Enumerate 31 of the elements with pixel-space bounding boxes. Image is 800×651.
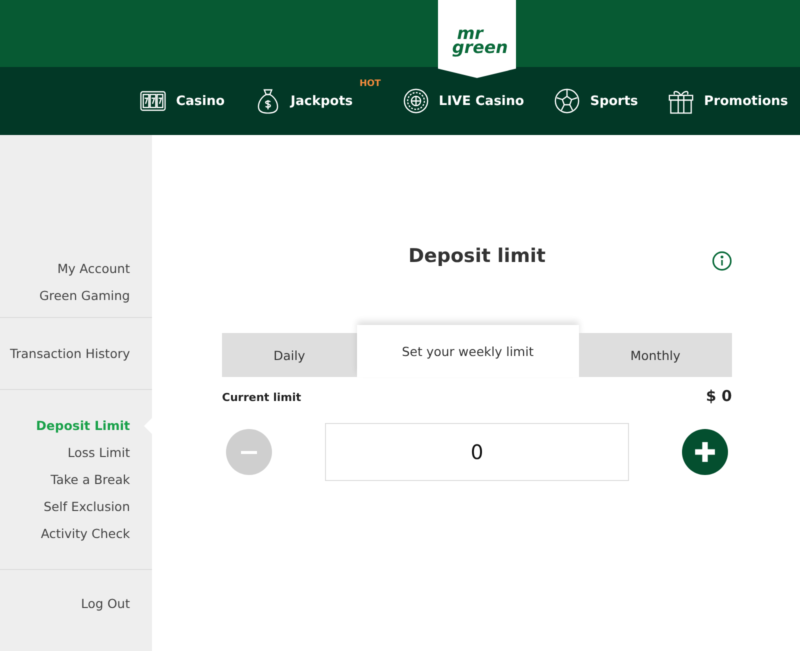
sidebar-item[interactable]: Take a Break xyxy=(0,466,152,493)
sidebar-item[interactable]: Transaction History xyxy=(0,340,152,367)
gift-icon xyxy=(668,88,694,114)
logo-text: mr xyxy=(456,26,484,41)
period-tab[interactable]: Daily xyxy=(222,333,357,377)
current-limit-value: $ 0 xyxy=(706,387,732,405)
sidebar-item[interactable]: Green Gaming xyxy=(0,282,152,309)
sidebar-item[interactable]: Loss Limit xyxy=(0,439,152,466)
period-tab[interactable]: Monthly xyxy=(578,333,732,377)
sidebar-item[interactable]: Log Out xyxy=(0,590,152,617)
info-icon[interactable] xyxy=(712,251,732,271)
slot-machine-icon xyxy=(140,88,166,114)
amount-input[interactable]: 0 xyxy=(325,423,629,481)
nav-link[interactable]: LIVE Casino xyxy=(402,88,524,114)
logo-text: green xyxy=(452,41,508,56)
page-title: Deposit limit xyxy=(408,245,546,267)
plus-icon xyxy=(694,441,716,463)
soccer-ball-icon xyxy=(554,88,580,114)
current-limit-label: Current limit xyxy=(222,390,302,404)
nav-link[interactable]: Casino xyxy=(140,88,225,114)
roulette-wheel-icon xyxy=(402,88,429,114)
sidebar-item[interactable]: Self Exclusion xyxy=(0,493,152,520)
minus-icon xyxy=(241,450,257,454)
logo-badge[interactable]: mr green xyxy=(438,0,516,78)
increase-button[interactable] xyxy=(682,429,728,475)
nav-link[interactable]: Promotions xyxy=(668,88,788,114)
nav-link[interactable]: Sports xyxy=(554,88,638,114)
sidebar-item[interactable]: My Account xyxy=(0,255,152,282)
hot-label: HOT xyxy=(359,79,381,89)
sidebar-item[interactable]: Activity Check xyxy=(0,520,152,547)
period-tab[interactable]: Set your weekly limit xyxy=(356,325,579,377)
